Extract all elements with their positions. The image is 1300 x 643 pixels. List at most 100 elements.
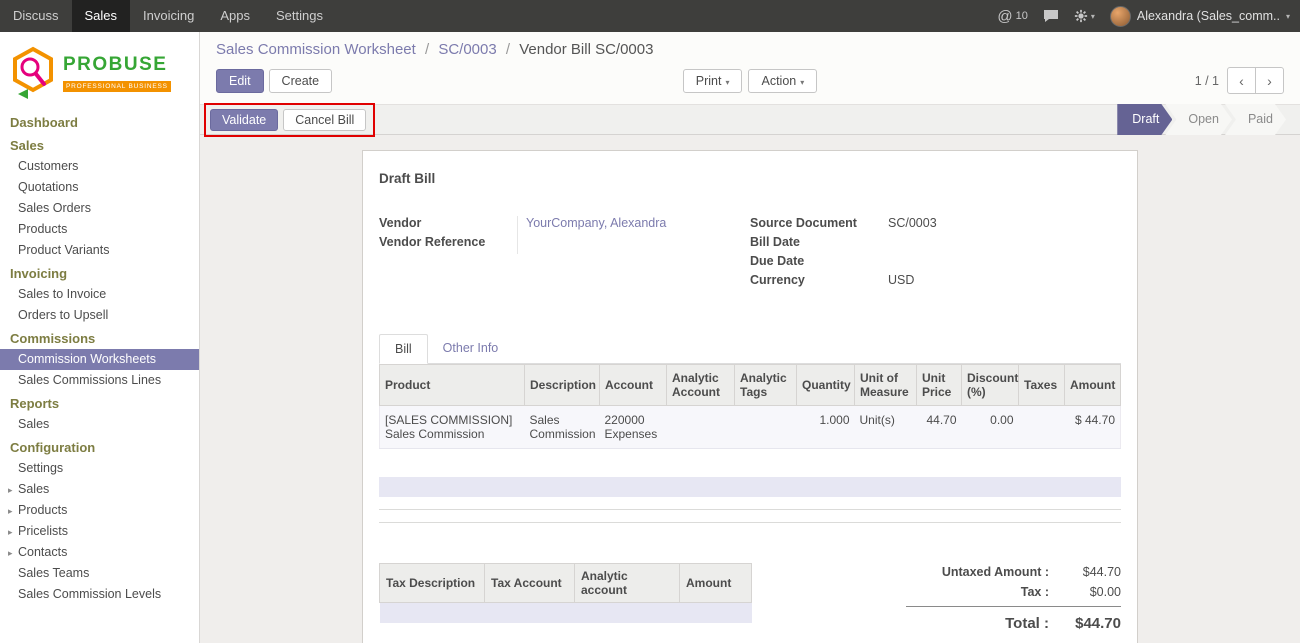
- empty-stripe-row: [379, 477, 1121, 497]
- col-header-analytic-account[interactable]: Analytic Account: [667, 365, 735, 406]
- col-header-amount[interactable]: Amount: [1065, 365, 1121, 406]
- tab-other-info[interactable]: Other Info: [428, 334, 514, 364]
- avatar: [1110, 6, 1131, 27]
- sidebar-item-product-variants[interactable]: Product Variants: [0, 240, 199, 261]
- sidebar-item-sales-commission-levels[interactable]: Sales Commission Levels: [0, 584, 199, 605]
- col-header-account[interactable]: Account: [600, 365, 667, 406]
- topbar-right-tools: @ 10 ▾ Alexandra (Sales_comm.. ▾: [997, 0, 1300, 32]
- field-groups: Vendor YourCompany, Alexandra Vendor Ref…: [379, 216, 1121, 292]
- status-step-paid[interactable]: Paid: [1225, 104, 1286, 135]
- col-header-product[interactable]: Product: [380, 365, 525, 406]
- print-button[interactable]: Print▾: [683, 69, 743, 93]
- content-area: Draft Bill Vendor YourCompany, Alexandra…: [200, 135, 1300, 643]
- top-menu-apps[interactable]: Apps: [207, 0, 263, 32]
- cell-analytic-tags: [735, 406, 797, 449]
- col-header-discount[interactable]: Discount (%): [962, 365, 1019, 406]
- probuse-logo[interactable]: PROBUSE PROFESSIONAL BUSINESS: [0, 32, 199, 110]
- tab-bill[interactable]: Bill: [379, 334, 428, 364]
- sidebar-item-sales-teams[interactable]: Sales Teams: [0, 563, 199, 584]
- top-menu-discuss[interactable]: Discuss: [0, 0, 72, 32]
- divider: [379, 522, 1121, 523]
- sidebar-item-config-settings[interactable]: Settings: [0, 458, 199, 479]
- tax-empty-row: [380, 603, 752, 623]
- sidebar-item-reports-sales[interactable]: Sales: [0, 414, 199, 435]
- status-steps: Draft Open Paid: [1117, 104, 1286, 135]
- expand-arrow-icon: ▸: [8, 548, 16, 559]
- sidebar-item-sales-orders[interactable]: Sales Orders: [0, 198, 199, 219]
- sidebar-item-dashboard[interactable]: Dashboard: [0, 110, 199, 133]
- validate-button[interactable]: Validate: [210, 109, 278, 131]
- breadcrumb-link-sc0003[interactable]: SC/0003: [438, 41, 496, 58]
- top-navbar: Discuss Sales Invoicing Apps Settings @ …: [0, 0, 1300, 32]
- mentions-counter[interactable]: @ 10: [997, 8, 1027, 25]
- status-step-draft[interactable]: Draft: [1117, 104, 1172, 135]
- notebook-tabs: Bill Other Info: [379, 334, 1121, 364]
- col-header-description[interactable]: Description: [525, 365, 600, 406]
- action-button[interactable]: Action▾: [748, 69, 817, 93]
- create-button[interactable]: Create: [269, 69, 333, 93]
- sidebar-section-commissions[interactable]: Commissions: [0, 326, 199, 349]
- logo-title: PROBUSE: [63, 54, 171, 76]
- messages-icon[interactable]: [1043, 9, 1059, 23]
- sidebar-item-products[interactable]: Products: [0, 219, 199, 240]
- breadcrumb-separator: /: [506, 41, 510, 58]
- sidebar-item-config-contacts[interactable]: ▸Contacts: [0, 542, 199, 563]
- breadcrumb-link-worksheet[interactable]: Sales Commission Worksheet: [216, 41, 416, 58]
- statusbar: Validate Cancel Bill Draft Open Paid: [200, 104, 1300, 135]
- sidebar-item-orders-to-upsell[interactable]: Orders to Upsell: [0, 305, 199, 326]
- top-menu-bar: Discuss Sales Invoicing Apps Settings: [0, 0, 336, 32]
- sidebar-section-reports[interactable]: Reports: [0, 391, 199, 414]
- col-header-tax-amount[interactable]: Amount: [680, 564, 752, 603]
- col-header-unit-price[interactable]: Unit Price: [917, 365, 962, 406]
- cell-account: 220000 Expenses: [600, 406, 667, 449]
- caret-down-icon: ▾: [800, 78, 804, 87]
- top-menu-settings[interactable]: Settings: [263, 0, 336, 32]
- tax-lines-table: Tax Description Tax Account Analytic acc…: [379, 563, 752, 623]
- col-header-taxes[interactable]: Taxes: [1019, 365, 1065, 406]
- sidebar-item-customers[interactable]: Customers: [0, 156, 199, 177]
- sidebar-section-sales[interactable]: Sales: [0, 133, 199, 156]
- probuse-logo-icon: [10, 46, 56, 100]
- sidebar-item-sales-to-invoice[interactable]: Sales to Invoice: [0, 284, 199, 305]
- pager-next-button[interactable]: ›: [1255, 67, 1284, 94]
- form-sheet: Draft Bill Vendor YourCompany, Alexandra…: [362, 150, 1138, 643]
- debug-gear-menu[interactable]: ▾: [1074, 9, 1095, 23]
- expand-arrow-icon: ▸: [8, 527, 16, 538]
- tax-table-header-row: Tax Description Tax Account Analytic acc…: [380, 564, 752, 603]
- buttons-row: Edit Create Print▾ Action▾ 1 / 1 ‹ ›: [216, 67, 1284, 94]
- col-header-quantity[interactable]: Quantity: [797, 365, 855, 406]
- cell-unit-price: 44.70: [917, 406, 962, 449]
- cancel-bill-button[interactable]: Cancel Bill: [283, 109, 366, 131]
- status-step-open[interactable]: Open: [1165, 104, 1232, 135]
- col-header-unit-of-measure[interactable]: Unit of Measure: [855, 365, 917, 406]
- table-row[interactable]: [SALES COMMISSION] Sales Commission Sale…: [380, 406, 1121, 449]
- sidebar-item-quotations[interactable]: Quotations: [0, 177, 199, 198]
- cell-description: Sales Commission: [525, 406, 600, 449]
- sidebar-item-config-products[interactable]: ▸Products: [0, 500, 199, 521]
- bill-date-label: Bill Date: [750, 235, 888, 254]
- col-header-tax-description[interactable]: Tax Description: [380, 564, 485, 603]
- sidebar-item-commission-worksheets[interactable]: Commission Worksheets: [0, 349, 199, 370]
- sidebar-item-config-pricelists[interactable]: ▸Pricelists: [0, 521, 199, 542]
- due-date-label: Due Date: [750, 254, 888, 273]
- top-menu-sales[interactable]: Sales: [72, 0, 131, 32]
- col-header-tax-account[interactable]: Tax Account: [485, 564, 575, 603]
- sidebar-item-sales-commissions-lines[interactable]: Sales Commissions Lines: [0, 370, 199, 391]
- sidebar-section-invoicing[interactable]: Invoicing: [0, 261, 199, 284]
- untaxed-amount-value: $44.70: [1059, 565, 1121, 579]
- edit-button[interactable]: Edit: [216, 69, 264, 93]
- pager-previous-button[interactable]: ‹: [1227, 67, 1256, 94]
- vendor-value-link[interactable]: YourCompany, Alexandra: [517, 216, 750, 235]
- currency-label: Currency: [750, 273, 888, 292]
- expand-arrow-icon: ▸: [8, 506, 16, 517]
- sidebar-section-configuration[interactable]: Configuration: [0, 435, 199, 458]
- col-header-tax-analytic-account[interactable]: Analytic account: [575, 564, 680, 603]
- sidebar-item-label: Sales: [18, 482, 49, 496]
- user-menu[interactable]: Alexandra (Sales_comm.. ▾: [1110, 6, 1290, 27]
- sidebar-item-config-sales[interactable]: ▸Sales: [0, 479, 199, 500]
- top-menu-invoicing[interactable]: Invoicing: [130, 0, 207, 32]
- untaxed-amount-label: Untaxed Amount :: [906, 565, 1059, 579]
- col-header-analytic-tags[interactable]: Analytic Tags: [735, 365, 797, 406]
- gear-icon: [1074, 9, 1088, 23]
- main-area: Sales Commission Worksheet / SC/0003 / V…: [200, 32, 1300, 643]
